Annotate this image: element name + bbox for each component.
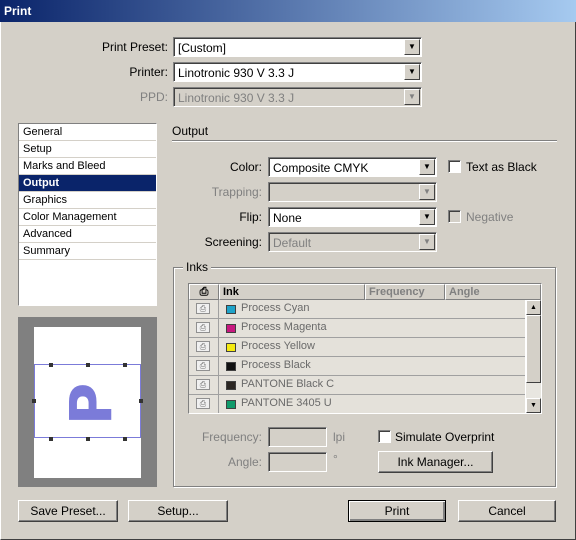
chevron-down-icon[interactable]: ▼ xyxy=(404,39,420,55)
scroll-thumb[interactable] xyxy=(526,315,541,383)
text-as-black-label: Text as Black xyxy=(466,160,537,174)
swatch-icon xyxy=(226,324,236,333)
negative-label: Negative xyxy=(466,210,514,224)
ink-row[interactable]: ⎙ Process Black xyxy=(189,357,525,376)
ink-name: Process Black xyxy=(241,359,311,371)
printer-icon[interactable]: ⎙ xyxy=(196,303,210,314)
ink-row[interactable]: ⎙ Process Yellow xyxy=(189,338,525,357)
angle-label: Angle: xyxy=(227,455,262,469)
chevron-down-icon: ▼ xyxy=(419,234,435,250)
color-select[interactable]: Composite CMYK ▼ xyxy=(268,157,437,177)
printer-select[interactable]: Linotronic 930 V 3.3 J ▼ xyxy=(173,62,422,82)
category-list[interactable]: General Setup Marks and Bleed Output Gra… xyxy=(18,123,157,306)
ppd-label: PPD: xyxy=(139,90,168,104)
printer-icon: ⎙ xyxy=(189,284,219,300)
sidebar-item-graphics[interactable]: Graphics xyxy=(19,192,156,209)
ink-row[interactable]: ⎙ PANTONE 3405 U xyxy=(189,395,525,413)
color-value: Composite CMYK xyxy=(273,161,369,175)
window-title: Print xyxy=(4,4,32,18)
simulate-overprint-checkbox[interactable] xyxy=(378,430,391,443)
inks-table[interactable]: ⎙ Ink Frequency Angle ⎙ Process Cyan ⎙ P… xyxy=(188,283,542,414)
chevron-down-icon[interactable]: ▼ xyxy=(419,209,435,225)
trapping-select: ▼ xyxy=(268,182,437,202)
scroll-up-icon[interactable]: ▲ xyxy=(526,300,541,315)
sidebar-item-color-management[interactable]: Color Management xyxy=(19,209,156,226)
angle-field xyxy=(268,452,327,472)
setup-button[interactable]: Setup... xyxy=(128,500,228,522)
flip-select[interactable]: None ▼ xyxy=(268,207,437,227)
ppd-value: Linotronic 930 V 3.3 J xyxy=(178,91,295,105)
ink-name: PANTONE 3405 U xyxy=(241,397,332,409)
frequency-label: Frequency: xyxy=(201,430,262,444)
trapping-label: Trapping: xyxy=(211,185,262,199)
ink-manager-button[interactable]: Ink Manager... xyxy=(378,451,493,473)
swatch-icon xyxy=(226,400,236,409)
text-as-black-checkbox[interactable] xyxy=(448,160,461,173)
chevron-down-icon: ▼ xyxy=(419,184,435,200)
ink-row[interactable]: ⎙ Process Magenta xyxy=(189,319,525,338)
print-preset-value: [Custom] xyxy=(178,41,227,55)
flip-value: None xyxy=(273,211,302,225)
printer-icon[interactable]: ⎙ xyxy=(196,341,210,352)
swatch-icon xyxy=(226,343,236,352)
negative-checkbox xyxy=(448,210,461,223)
save-preset-button[interactable]: Save Preset... xyxy=(18,500,118,522)
ink-name: Process Yellow xyxy=(241,340,315,352)
print-button[interactable]: Print xyxy=(348,500,446,522)
inks-group-label: Inks xyxy=(183,260,212,274)
printer-icon[interactable]: ⎙ xyxy=(196,322,210,333)
sidebar-item-marks-and-bleed[interactable]: Marks and Bleed xyxy=(19,158,156,175)
screening-label: Screening: xyxy=(204,235,262,249)
inks-scrollbar[interactable]: ▲ ▼ xyxy=(526,300,541,413)
print-preset-select[interactable]: [Custom] ▼ xyxy=(173,37,422,57)
cancel-button[interactable]: Cancel xyxy=(458,500,556,522)
column-header-frequency[interactable]: Frequency xyxy=(365,284,445,300)
column-header-ink[interactable]: Ink xyxy=(219,284,365,300)
sidebar-item-advanced[interactable]: Advanced xyxy=(19,226,156,243)
swatch-icon xyxy=(226,362,236,371)
print-preset-label: Print Preset: xyxy=(101,40,168,54)
flip-label: Flip: xyxy=(239,210,262,224)
printer-value: Linotronic 930 V 3.3 J xyxy=(178,66,295,80)
sidebar-item-general[interactable]: General xyxy=(19,124,156,141)
ink-name: Process Magenta xyxy=(241,321,327,333)
chevron-down-icon[interactable]: ▼ xyxy=(419,159,435,175)
ppd-select: Linotronic 930 V 3.3 J ▼ xyxy=(173,87,422,107)
color-label: Color: xyxy=(229,160,262,174)
preview-page: P xyxy=(32,327,143,478)
ink-name: Process Cyan xyxy=(241,302,310,314)
printer-icon[interactable]: ⎙ xyxy=(196,360,210,371)
chevron-down-icon[interactable]: ▼ xyxy=(404,64,420,80)
output-heading: Output xyxy=(172,124,209,138)
printer-icon[interactable]: ⎙ xyxy=(196,398,210,409)
ink-row[interactable]: ⎙ Process Cyan xyxy=(189,300,525,319)
sidebar-item-summary[interactable]: Summary xyxy=(19,243,156,260)
angle-unit: ° xyxy=(333,452,338,466)
chevron-down-icon: ▼ xyxy=(404,89,420,105)
printer-icon[interactable]: ⎙ xyxy=(196,379,210,390)
title-bar[interactable]: Print xyxy=(0,0,576,22)
frequency-field xyxy=(268,427,327,447)
ink-row[interactable]: ⎙ PANTONE Black C xyxy=(189,376,525,395)
divider xyxy=(172,140,557,142)
sidebar-item-output[interactable]: Output xyxy=(19,175,156,192)
swatch-icon xyxy=(226,305,236,314)
preview-glyph: P xyxy=(57,382,125,426)
ink-name: PANTONE Black C xyxy=(241,378,335,390)
screening-select: Default ▼ xyxy=(268,232,437,252)
simulate-overprint-label: Simulate Overprint xyxy=(395,430,495,444)
printer-label: Printer: xyxy=(129,65,168,79)
scroll-down-icon[interactable]: ▼ xyxy=(526,398,541,413)
page-preview: P xyxy=(18,317,157,487)
frequency-unit: lpi xyxy=(333,430,346,444)
screening-value: Default xyxy=(273,236,312,250)
swatch-icon xyxy=(226,381,236,390)
sidebar-item-setup[interactable]: Setup xyxy=(19,141,156,158)
column-header-angle[interactable]: Angle xyxy=(445,284,541,300)
